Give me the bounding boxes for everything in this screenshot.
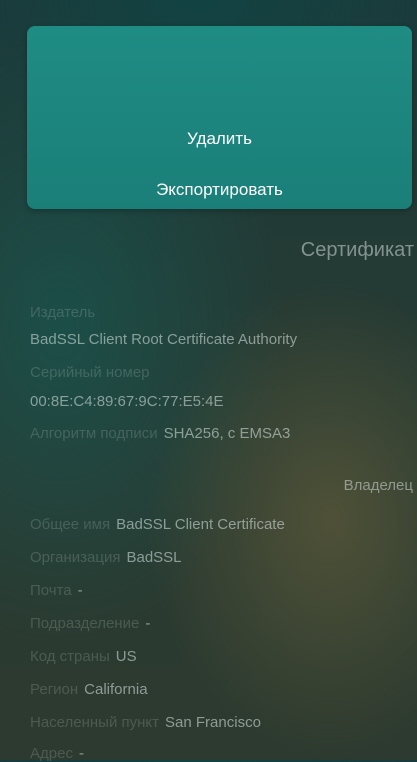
region-row: Регион California <box>30 681 148 698</box>
delete-button[interactable]: Удалить <box>27 129 412 149</box>
common-name-row: Общее имя BadSSL Client Certificate <box>30 516 285 533</box>
email-value: - <box>77 582 83 599</box>
locality-row: Населенный пункт San Francisco <box>30 714 261 731</box>
export-button[interactable]: Экспортировать <box>27 180 412 200</box>
certificate-details-screen: Удалить Экспортировать Сертификат Издате… <box>0 0 417 762</box>
serial-number-label-text: Серийный номер <box>30 364 150 381</box>
owner-section-title: Владелец <box>343 477 413 494</box>
email-label: Почта <box>30 582 72 599</box>
locality-value: San Francisco <box>165 714 261 731</box>
signature-algorithm-row: Алгоритм подписи SHA256, с EMSA3 <box>30 425 290 442</box>
certificate-actions-menu: Удалить Экспортировать <box>27 26 412 209</box>
email-row: Почта - <box>30 582 83 599</box>
address-row: Адрес - <box>30 745 84 762</box>
certificate-section-title: Сертификат <box>300 239 414 261</box>
serial-number-label: Серийный номер <box>30 364 150 381</box>
issuer-value-text: BadSSL Client Root Certificate Authority <box>30 331 298 348</box>
issuer-label: Издатель <box>30 304 95 321</box>
country-code-value: US <box>115 648 137 665</box>
signature-algorithm-label: Алгоритм подписи <box>30 425 158 442</box>
serial-number-value: 00:8E:C4:89:67:9C:77:E5:4E <box>30 393 223 410</box>
common-name-value: BadSSL Client Certificate <box>116 516 285 533</box>
organization-row: Организация BadSSL <box>30 549 182 566</box>
unit-value: - <box>145 615 151 632</box>
country-code-row: Код страны US <box>30 648 137 665</box>
signature-algorithm-value: SHA256, с EMSA3 <box>163 425 291 442</box>
issuer-label-text: Издатель <box>30 304 96 321</box>
serial-number-value-text: 00:8E:C4:89:67:9C:77:E5:4E <box>30 393 224 410</box>
common-name-label: Общее имя <box>30 516 111 533</box>
country-code-label: Код страны <box>30 648 110 665</box>
address-value: - <box>78 745 84 762</box>
region-label: Регион <box>30 681 79 698</box>
address-label: Адрес <box>30 745 73 762</box>
region-value: California <box>84 681 148 698</box>
unit-label: Подразделение <box>30 615 140 632</box>
locality-label: Населенный пункт <box>30 714 160 731</box>
organization-value: BadSSL <box>126 549 182 566</box>
unit-row: Подразделение - <box>30 615 150 632</box>
organization-label: Организация <box>30 549 121 566</box>
issuer-value: BadSSL Client Root Certificate Authority <box>30 331 297 348</box>
